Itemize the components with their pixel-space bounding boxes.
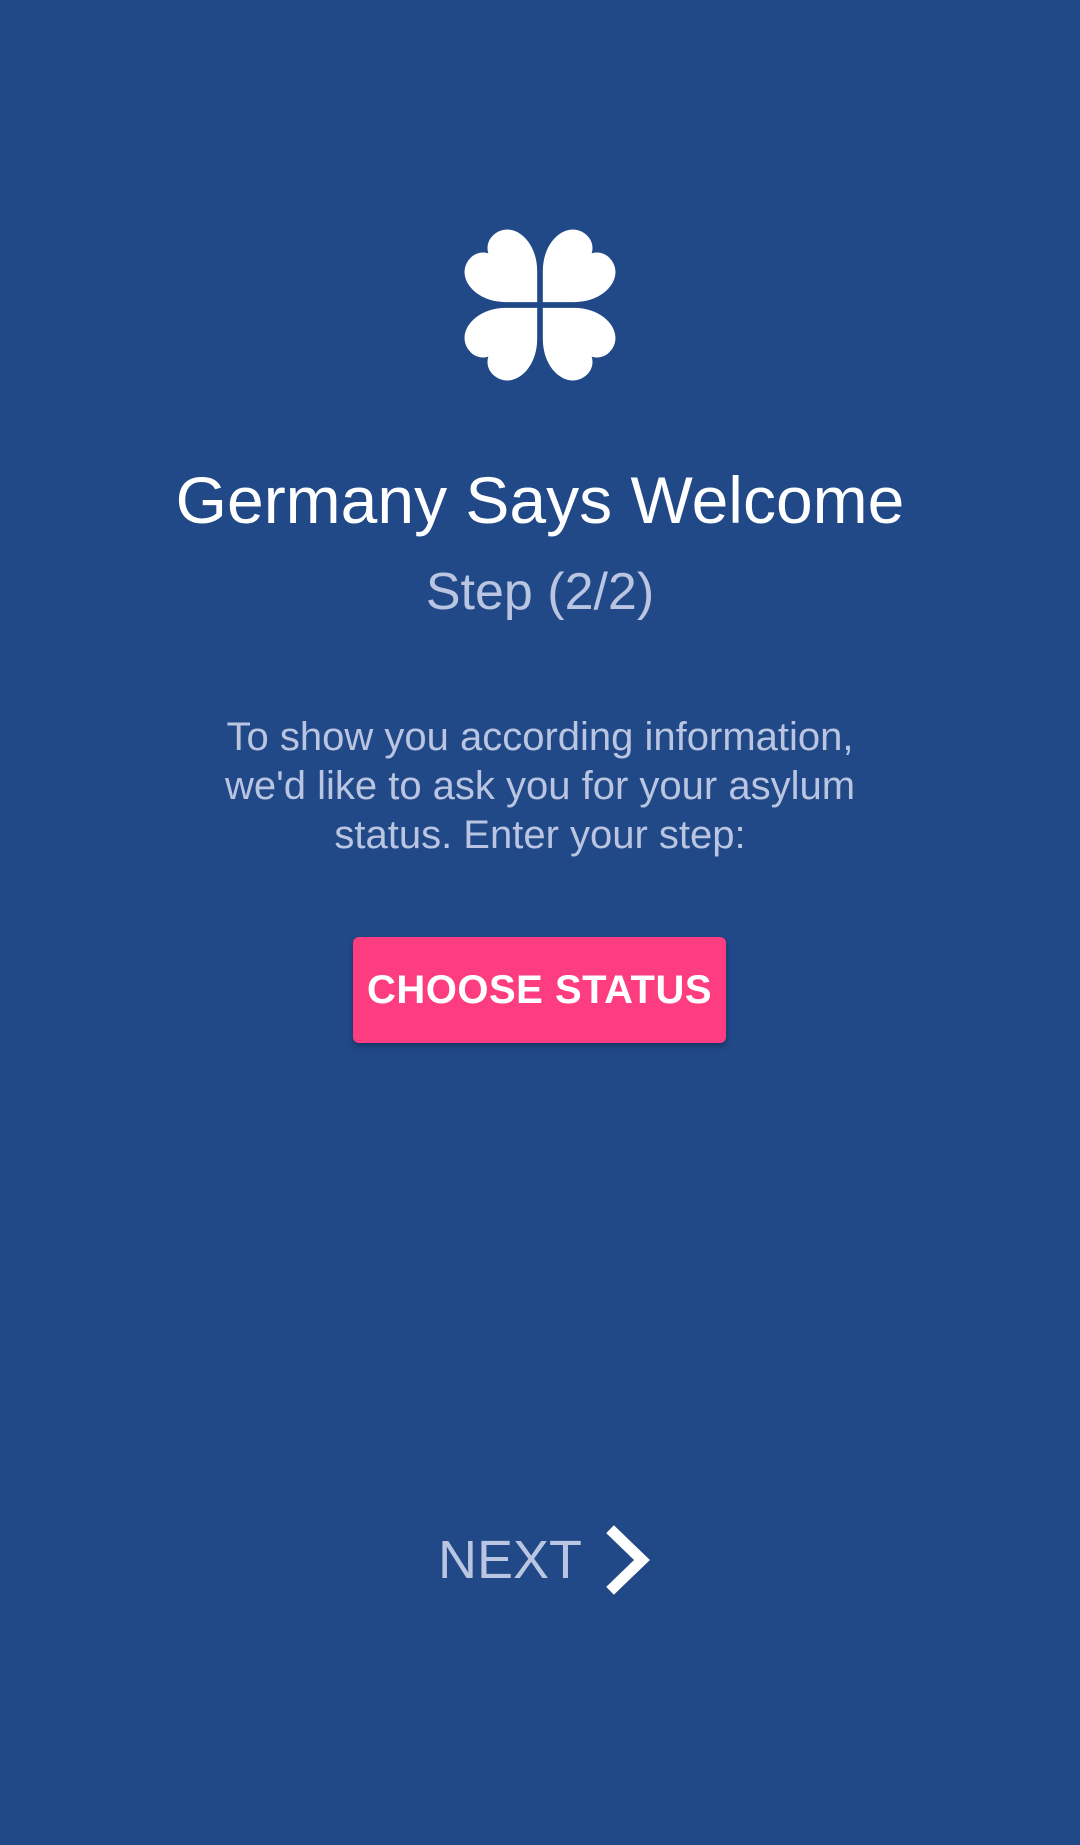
description-line: status. Enter your step: <box>334 813 746 857</box>
next-label: NEXT <box>438 1530 583 1590</box>
onboarding-screen: Germany Says Welcome Step (2/2) To show … <box>0 0 1080 1845</box>
chevron-right-icon <box>606 1525 650 1595</box>
step-indicator: Step (2/2) <box>425 563 655 621</box>
description-line: To show you according information, <box>226 715 854 759</box>
status-description: To show you according information, we'd … <box>190 713 890 860</box>
choose-status-button[interactable]: CHOOSE STATUS <box>353 937 726 1043</box>
next-button[interactable]: NEXT <box>438 1525 654 1595</box>
four-leaf-clover-icon <box>464 229 616 381</box>
page-title: Germany Says Welcome <box>175 463 905 537</box>
description-line: we'd like to ask you for your asylum <box>224 764 856 808</box>
app-logo <box>440 205 640 405</box>
